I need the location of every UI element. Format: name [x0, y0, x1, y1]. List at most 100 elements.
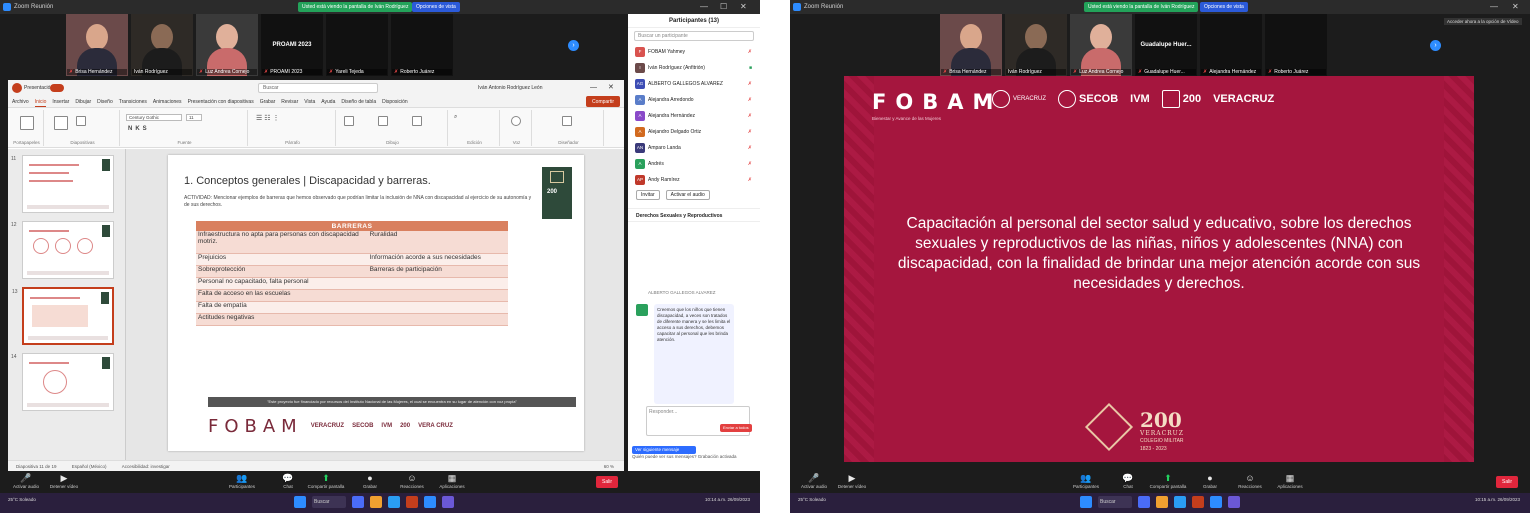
video-tile[interactable]: Iván Rodríguez — [131, 14, 193, 76]
accessibility-status[interactable]: Accesibilidad: investigar — [122, 464, 170, 469]
paste-icon[interactable] — [20, 116, 34, 130]
video-button[interactable]: ▶ Detener vídeo — [832, 473, 872, 489]
layout-icon[interactable] — [76, 116, 86, 126]
list-icon[interactable]: ☰ ☷ ⋮ — [256, 114, 279, 122]
find-icon[interactable]: ⌕ — [454, 114, 457, 121]
menu-item[interactable]: Presentación con diapositivas — [188, 96, 254, 107]
menu-item[interactable]: Insertar — [52, 96, 69, 107]
leave-button[interactable]: Salir — [596, 476, 618, 488]
mute-button[interactable]: 🎤 Activar audio — [794, 473, 834, 489]
edge-icon[interactable] — [388, 496, 400, 508]
menu-item[interactable]: Transiciones — [119, 96, 147, 107]
zoom-app-icon[interactable] — [424, 496, 436, 508]
participant-row[interactable]: A Andrés ✗ — [628, 156, 760, 172]
video-tile[interactable]: Guadalupe Huer... ✗ Guadalupe Huer... — [1135, 14, 1197, 76]
slide-thumbnail-selected[interactable]: 13 — [12, 287, 114, 345]
weather-widget[interactable]: 25°C Soleado — [798, 497, 826, 503]
new-slide-icon[interactable] — [54, 116, 68, 130]
autosave-toggle[interactable] — [50, 84, 64, 92]
video-tile[interactable]: ✗ Roberto Juárez — [391, 14, 453, 76]
start-icon[interactable] — [1080, 496, 1092, 508]
participant-row[interactable]: F FOBAM Yahmey ✗ — [628, 44, 760, 60]
participants-button[interactable]: 👥 Participantes — [222, 473, 262, 489]
video-tile[interactable]: ✗ Luz Andrea Cornejo — [1070, 14, 1132, 76]
send-to-all-button[interactable]: Enviar a todos — [720, 424, 752, 432]
designer-icon[interactable] — [562, 116, 572, 126]
video-tile[interactable]: PROAMI 2023 ✗ PROAMI 2023 — [261, 14, 323, 76]
menu-item[interactable]: Inicio — [34, 96, 47, 107]
start-icon[interactable] — [294, 496, 306, 508]
participant-row[interactable]: AG ALBERTO GALLEGOS ALVAREZ ✗ — [628, 76, 760, 92]
side-note[interactable]: Acceder ahora a la opción de Vídeo — [1444, 18, 1522, 25]
explorer-icon[interactable] — [1156, 496, 1168, 508]
record-button[interactable]: ● Grabar — [350, 473, 390, 489]
edge-icon[interactable] — [1174, 496, 1186, 508]
slide-thumbnail[interactable]: 12 — [11, 221, 114, 279]
minimize-icon[interactable]: — — [590, 80, 597, 96]
menu-item[interactable]: Diseño de tabla — [341, 96, 376, 107]
slide-thumbnail[interactable]: 11 — [11, 155, 114, 213]
apps-button[interactable]: ▦ Aplicaciones — [432, 473, 472, 489]
video-tile[interactable]: ✗ Luz Andrea Cornejo — [196, 14, 258, 76]
view-options-button[interactable]: Opciones de vista — [412, 2, 460, 12]
slide-thumbnail[interactable]: 14 — [11, 353, 114, 411]
teams-icon[interactable] — [442, 496, 454, 508]
ppt-search-input[interactable]: Buscar — [258, 83, 378, 93]
arrange-icon[interactable] — [378, 116, 388, 126]
minimize-icon[interactable]: — — [1490, 0, 1498, 14]
teams-icon[interactable] — [1228, 496, 1240, 508]
participant-row[interactable]: I Iván Rodríguez (Anfitrión) ■ — [628, 60, 760, 76]
close-icon[interactable]: ✕ — [740, 0, 747, 14]
share-screen-button[interactable]: ⬆ Compartir pantalla — [306, 473, 346, 489]
participant-row[interactable]: AP Andy Ramírez ✗ — [628, 172, 760, 188]
chat-button[interactable]: 💬 Chat — [1108, 473, 1148, 489]
share-button[interactable]: Compartir — [586, 96, 620, 107]
participant-row[interactable]: A Alejandra Arredondo ✗ — [628, 92, 760, 108]
record-button[interactable]: ● Grabar — [1190, 473, 1230, 489]
apps-button[interactable]: ▦ Aplicaciones — [1270, 473, 1310, 489]
video-tile[interactable]: ✗ Brisa Hernández — [940, 14, 1002, 76]
taskbar-search[interactable]: Buscar — [312, 496, 346, 508]
video-button[interactable]: ▶ Detener vídeo — [44, 473, 84, 489]
leave-button[interactable]: Salir — [1496, 476, 1518, 488]
menu-item[interactable]: Dibujar — [75, 96, 91, 107]
maximize-icon[interactable]: ☐ — [720, 0, 727, 14]
powerpoint-icon[interactable] — [406, 496, 418, 508]
menu-item[interactable]: Diseño — [97, 96, 113, 107]
quick-styles-icon[interactable] — [412, 116, 422, 126]
participant-search-input[interactable]: Buscar un participante — [634, 31, 754, 41]
current-slide[interactable]: 1. Conceptos generales | Discapacidad y … — [168, 155, 584, 451]
taskbar-search[interactable]: Buscar — [1098, 496, 1132, 508]
video-tile[interactable]: ✗ Alejandra Hernández — [1200, 14, 1262, 76]
reactions-button[interactable]: ☺ Reacciones — [1230, 473, 1270, 489]
menu-item[interactable]: Revisar — [281, 96, 298, 107]
zoom-app-icon[interactable] — [1210, 496, 1222, 508]
next-page-icon[interactable]: › — [568, 40, 579, 51]
video-tile[interactable]: Iván Rodríguez — [1005, 14, 1067, 76]
dictate-icon[interactable] — [511, 116, 521, 126]
explorer-icon[interactable] — [370, 496, 382, 508]
participant-row[interactable]: A Alejandra Hernández ✗ — [628, 108, 760, 124]
close-icon[interactable]: ✕ — [608, 80, 614, 96]
menu-item[interactable]: Disposición — [382, 96, 408, 107]
view-options-button[interactable]: Opciones de vista — [1200, 2, 1248, 12]
powerpoint-icon[interactable] — [1192, 496, 1204, 508]
menu-item[interactable]: Ayuda — [321, 96, 335, 107]
participant-row[interactable]: AN Amparo Landa ✗ — [628, 140, 760, 156]
mute-all-button[interactable]: Activar el audio — [665, 190, 710, 200]
video-tile[interactable]: ✗ Yareli Tejeda — [326, 14, 388, 76]
video-tile[interactable]: ✗ Roberto Juárez — [1265, 14, 1327, 76]
minimize-icon[interactable]: — — [700, 0, 708, 14]
reactions-button[interactable]: ☺ Reacciones — [392, 473, 432, 489]
share-screen-button[interactable]: ⬆ Compartir pantalla — [1148, 473, 1188, 489]
mute-button[interactable]: 🎤 Activar audio — [6, 473, 46, 489]
video-tile[interactable]: ✗ Brisa Hernández — [66, 14, 128, 76]
participant-row[interactable]: A Alejandro Delgado Ortiz ✗ — [628, 124, 760, 140]
taskview-icon[interactable] — [352, 496, 364, 508]
menu-item[interactable]: Animaciones — [153, 96, 182, 107]
invite-button[interactable]: Invitar — [636, 190, 660, 200]
taskview-icon[interactable] — [1138, 496, 1150, 508]
font-format-buttons[interactable]: NKS — [128, 126, 150, 132]
participants-button[interactable]: 👥 Participantes — [1066, 473, 1106, 489]
menu-item[interactable]: Grabar — [260, 96, 276, 107]
